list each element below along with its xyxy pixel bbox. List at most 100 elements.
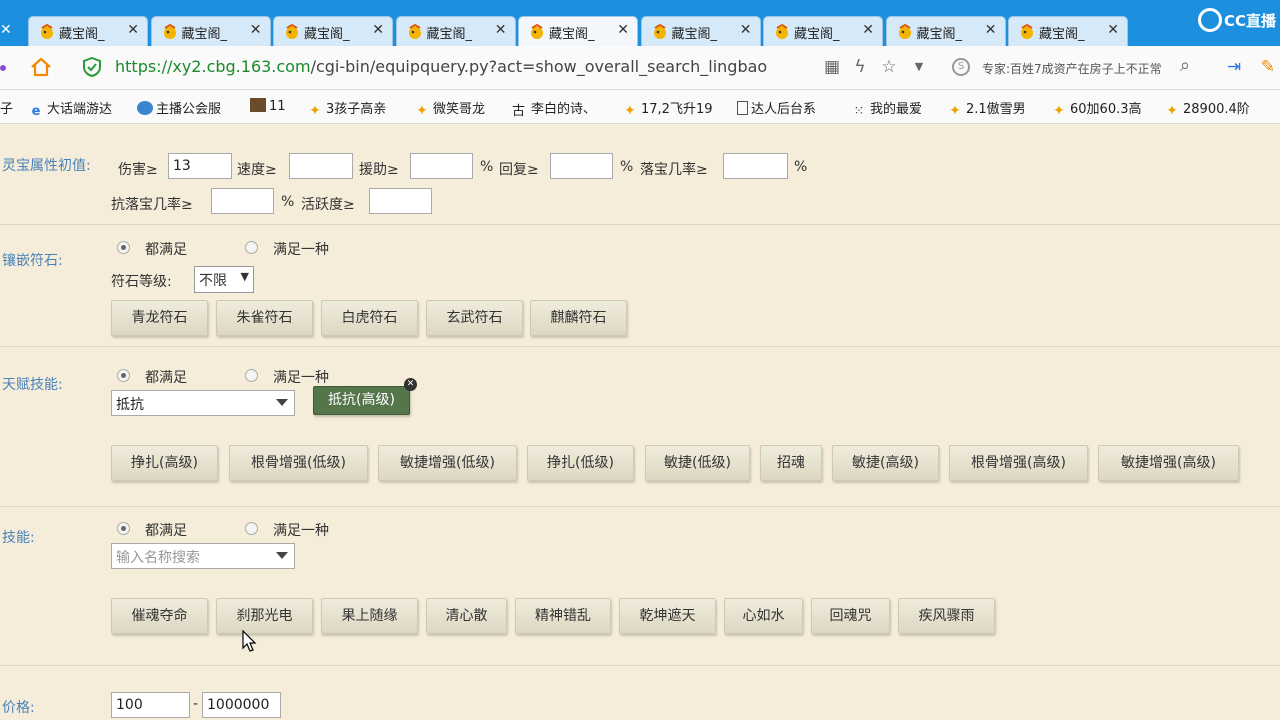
browser-search-input[interactable] — [982, 57, 1172, 79]
aid-label: 援助≥ — [359, 162, 399, 178]
browser-tab[interactable]: 藏宝阁_ ✕ — [763, 16, 883, 46]
tab-close-icon[interactable]: ✕ — [1107, 22, 1119, 38]
rune-all-radio[interactable] — [117, 241, 130, 254]
tab-close-icon[interactable]: ✕ — [495, 22, 507, 38]
bookmark-item[interactable]: 子 — [0, 98, 13, 117]
rune-any-radio[interactable] — [245, 241, 258, 254]
skill-button[interactable]: 精神错乱 — [515, 598, 611, 634]
browser-tab[interactable]: 藏宝阁_ ✕ — [273, 16, 393, 46]
talent-button[interactable]: 挣扎(高级) — [111, 445, 218, 481]
skill-all-label: 都满足 — [145, 523, 187, 539]
talent-selected-chip[interactable]: 抵抗(高级) — [313, 386, 410, 415]
cbg-favicon — [163, 24, 176, 39]
rune-button[interactable]: 玄武符石 — [426, 300, 523, 336]
browser-tab[interactable]: 藏宝阁_ ✕ — [885, 16, 1006, 46]
skill-button[interactable]: 疾风骤雨 — [898, 598, 995, 634]
tab-label: 藏宝阁_ — [916, 27, 963, 42]
tab-close-icon[interactable]: ✕ — [985, 22, 997, 38]
bookmark-item[interactable]: 古李白的诗、 — [512, 98, 596, 119]
browser-tab[interactable]: 藏宝阁_ ✕ — [640, 16, 761, 46]
talent-button[interactable]: 敏捷增强(低级) — [378, 445, 517, 481]
cbg-favicon — [408, 24, 421, 39]
skill-all-radio[interactable] — [117, 522, 130, 535]
rune-level-select[interactable]: 不限 ▼ — [194, 266, 254, 293]
skill-button[interactable]: 乾坤遮天 — [619, 598, 716, 634]
browser-tab[interactable]: 藏宝阁_ ✕ — [395, 16, 516, 46]
search-icon[interactable]: ⌕ — [1180, 55, 1190, 76]
talent-button[interactable]: 根骨增强(低级) — [229, 445, 368, 481]
bookmark-item[interactable]: ⁙ 我的最爱 — [851, 98, 922, 119]
rune-button[interactable]: 青龙符石 — [111, 300, 208, 336]
dropdown-arrow-icon: ▼ — [240, 270, 249, 283]
bookmark-item[interactable]: ✦ 2.1傲雪男 — [947, 98, 1026, 118]
rune-button[interactable]: 朱雀符石 — [216, 300, 313, 336]
browser-tab[interactable]: 藏宝阁_ ✕ — [1008, 16, 1128, 46]
talent-button[interactable]: 根骨增强(高级) — [949, 445, 1088, 481]
browser-tab[interactable]: 藏宝阁_ ✕ — [518, 16, 638, 46]
bookmark-item[interactable]: ✦ 微笑哥龙 — [414, 98, 485, 118]
drop-rate-input[interactable] — [723, 153, 788, 179]
anti-drop-input[interactable] — [211, 188, 274, 214]
talent-button[interactable]: 敏捷(低级) — [645, 445, 750, 481]
chevron-down-icon[interactable]: ▼ — [909, 57, 929, 77]
star-icon[interactable]: ☆ — [879, 57, 899, 77]
skill-button[interactable]: 果上随缘 — [321, 598, 418, 634]
qr-code-icon[interactable]: ▦ — [822, 57, 842, 77]
speed-label: 速度≥ — [237, 162, 277, 178]
skill-button[interactable]: 催魂夺命 — [111, 598, 208, 634]
lightning-icon[interactable]: ϟ — [850, 57, 870, 77]
price-max-input[interactable] — [202, 692, 281, 718]
activity-label: 活跃度≥ — [301, 197, 355, 213]
game-icon — [250, 98, 266, 112]
price-min-input[interactable] — [111, 692, 190, 718]
browser-tab[interactable]: 藏宝阁_ ✕ — [28, 16, 148, 46]
speed-input[interactable] — [289, 153, 353, 179]
bookmark-item[interactable]: e 大话端游达 — [28, 98, 112, 119]
bookmark-item[interactable]: 主播公会服 — [137, 98, 221, 117]
talent-button[interactable]: 挣扎(低级) — [527, 445, 634, 481]
skill-button[interactable]: 心如水 — [724, 598, 803, 634]
rune-button[interactable]: 麒麟符石 — [530, 300, 627, 336]
talent-button[interactable]: 敏捷增强(高级) — [1098, 445, 1239, 481]
bookmark-item[interactable]: ✦ 3孩子高亲 — [307, 98, 386, 118]
tab-close-icon[interactable]: ✕ — [127, 22, 139, 38]
skill-button[interactable]: 回魂咒 — [811, 598, 890, 634]
bookmarks-bar: 子 e 大话端游达 主播公会服 11 ✦ 3孩子高亲 ✦ 微笑哥龙 古李白的诗、 ✦ 1… — [0, 90, 1280, 124]
activity-input[interactable] — [369, 188, 432, 214]
recover-input[interactable] — [550, 153, 613, 179]
bookmark-item[interactable]: ✦ 60加60.3高 — [1051, 98, 1141, 118]
talent-all-radio[interactable] — [117, 369, 130, 382]
chip-remove-icon[interactable]: ✕ — [404, 378, 417, 391]
rune-all-label: 都满足 — [145, 242, 187, 258]
skill-button[interactable]: 刹那光电 — [216, 598, 313, 634]
talent-any-radio[interactable] — [245, 369, 258, 382]
tab-close-icon[interactable]: ✕ — [0, 22, 12, 38]
talent-select[interactable]: 抵抗 — [111, 390, 295, 416]
bookmark-item[interactable]: 11 — [250, 98, 286, 114]
browser-tab[interactable]: 藏宝阁_ ✕ — [150, 16, 271, 46]
bookmark-item[interactable]: ✦ 17,2飞升19 — [622, 98, 712, 118]
tab-label: 藏宝阁_ — [549, 27, 595, 42]
tab-close-icon[interactable]: ✕ — [372, 22, 384, 38]
skill-button[interactable]: 清心散 — [426, 598, 507, 634]
talent-button[interactable]: 敏捷(高级) — [832, 445, 939, 481]
rune-button[interactable]: 白虎符石 — [321, 300, 418, 336]
extension-icon[interactable]: ✎ — [1258, 57, 1278, 77]
dropdown-arrow-icon — [276, 399, 288, 406]
tab-close-icon[interactable]: ✕ — [862, 22, 874, 38]
bookmark-item[interactable]: ✦ 28900.4阶 — [1164, 98, 1250, 118]
bookmark-item[interactable]: 达人后台系 — [737, 98, 816, 117]
url-field[interactable]: https://xy2.cbg.163.com/cgi-bin/equipque… — [115, 57, 767, 76]
damage-input[interactable] — [168, 153, 232, 179]
tab-close-icon[interactable]: ✕ — [740, 22, 752, 38]
sign-in-icon[interactable]: ⇥ — [1224, 57, 1244, 77]
home-icon[interactable] — [30, 56, 52, 78]
skill-search-combo[interactable]: 输入名称搜索 — [111, 543, 295, 569]
tab-close-icon[interactable]: ✕ — [617, 22, 629, 38]
tab-close-icon[interactable]: ✕ — [250, 22, 262, 38]
aid-input[interactable] — [410, 153, 473, 179]
menu-dot-icon[interactable] — [0, 65, 6, 71]
skill-any-radio[interactable] — [245, 522, 258, 535]
talent-button[interactable]: 招魂 — [760, 445, 822, 481]
browser-search-box[interactable]: S ⌕ — [946, 55, 1208, 81]
